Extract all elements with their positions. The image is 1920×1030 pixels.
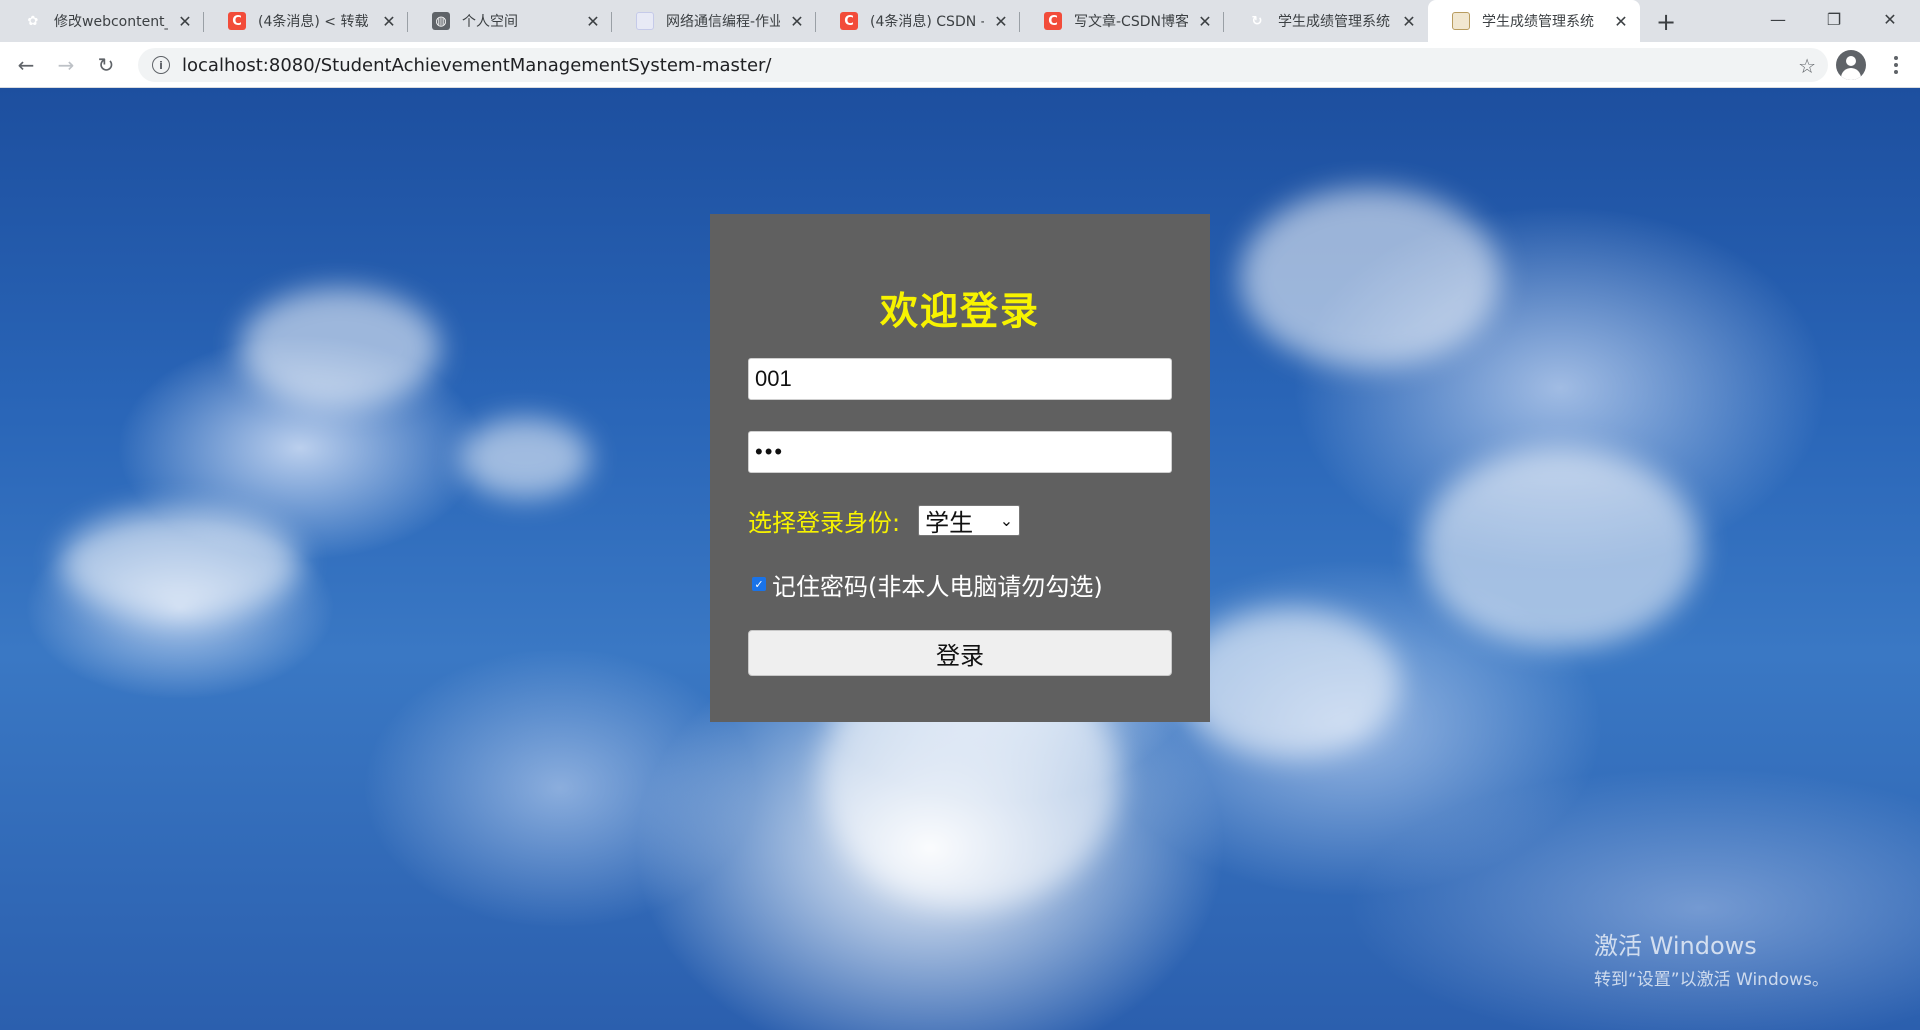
browser-toolbar: ← → ↻ i localhost:8080/StudentAchievemen… bbox=[0, 42, 1920, 88]
cloud-decor bbox=[1420, 448, 1700, 648]
cloud-decor bbox=[1240, 188, 1500, 368]
tab-title: 写文章-CSDN博客 bbox=[1074, 14, 1188, 30]
close-icon[interactable]: ✕ bbox=[992, 12, 1010, 31]
cloud-decor bbox=[60, 508, 300, 618]
login-card: 欢迎登录 选择登录身份: 学生 ⌄ ✓ 记住密码(非本人电脑请勿勾选) 登录 bbox=[710, 214, 1210, 722]
tab-title: 学生成绩管理系统 bbox=[1278, 14, 1390, 30]
watermark-line-1: 激活 Windows bbox=[1594, 932, 1757, 960]
chevron-down-icon: ⌄ bbox=[999, 510, 1014, 530]
login-title: 欢迎登录 bbox=[879, 289, 1040, 333]
close-icon[interactable]: ✕ bbox=[788, 12, 806, 31]
new-tab-button[interactable]: + bbox=[1652, 8, 1680, 36]
tab-6[interactable]: C 写文章-CSDN博客 ✕ bbox=[1020, 0, 1224, 42]
role-row: 选择登录身份: 学生 ⌄ bbox=[748, 504, 1021, 537]
remember-checkbox[interactable]: ✓ bbox=[752, 577, 766, 591]
globe-icon: ◍ bbox=[432, 12, 450, 30]
close-icon[interactable]: ✕ bbox=[1400, 12, 1418, 31]
login-button[interactable]: 登录 bbox=[748, 630, 1172, 676]
windows-activation-watermark: 激活 Windows 转到“设置”以激活 Windows。 bbox=[1594, 926, 1829, 990]
kebab-menu-icon[interactable] bbox=[1884, 50, 1908, 80]
cloud-decor bbox=[460, 418, 590, 498]
reload-button[interactable]: ↻ bbox=[90, 49, 122, 81]
cloud-decor bbox=[1180, 608, 1400, 758]
restore-button[interactable]: ❐ bbox=[1806, 0, 1862, 38]
tab-title: 网络通信编程-作业 bbox=[666, 14, 780, 30]
watermark-line-2: 转到“设置”以激活 Windows。 bbox=[1594, 970, 1829, 990]
forward-button[interactable]: → bbox=[50, 49, 82, 81]
paw-icon: ✿ bbox=[27, 13, 39, 29]
tab-title: 学生成绩管理系统 bbox=[1482, 14, 1594, 30]
remember-label: 记住密码(非本人电脑请勿勾选) bbox=[772, 572, 1103, 601]
tab-4[interactable]: 网络通信编程-作业 ✕ bbox=[612, 0, 816, 42]
username-input[interactable] bbox=[748, 358, 1172, 400]
window-close-button[interactable]: ✕ bbox=[1862, 0, 1918, 38]
image-icon bbox=[1452, 12, 1470, 30]
url-text[interactable]: localhost:8080/StudentAchievementManagem… bbox=[182, 55, 772, 76]
tab-3[interactable]: ◍ 个人空间 ✕ bbox=[408, 0, 612, 42]
tab-title: 修改webcontent_ bbox=[54, 14, 168, 30]
remember-row: ✓ 记住密码(非本人电脑请勿勾选) bbox=[752, 568, 1103, 601]
csdn-icon: C bbox=[840, 12, 858, 30]
tab-8-active[interactable]: 学生成绩管理系统 ✕ bbox=[1428, 0, 1640, 42]
tab-strip: ✿ 修改webcontent_ ✕ C (4条消息) < 转载 > ✕ ◍ 个人… bbox=[0, 0, 1920, 42]
bookmark-star-icon[interactable]: ☆ bbox=[1798, 54, 1816, 78]
close-icon[interactable]: ✕ bbox=[176, 12, 194, 31]
page-background: 欢迎登录 选择登录身份: 学生 ⌄ ✓ 记住密码(非本人电脑请勿勾选) 登录 激… bbox=[0, 88, 1920, 1030]
role-selected-value: 学生 bbox=[925, 508, 974, 537]
page-icon bbox=[636, 12, 654, 30]
csdn-icon: C bbox=[228, 12, 246, 30]
password-input[interactable] bbox=[748, 431, 1172, 473]
ring-icon: ↻ bbox=[1251, 13, 1263, 29]
avatar-head bbox=[1846, 56, 1856, 66]
profile-avatar-icon[interactable] bbox=[1836, 50, 1866, 80]
close-icon[interactable]: ✕ bbox=[584, 12, 602, 31]
avatar-body bbox=[1841, 68, 1861, 80]
tab-2[interactable]: C (4条消息) < 转载 > ✕ bbox=[204, 0, 408, 42]
tab-5[interactable]: C (4条消息) CSDN - ✕ bbox=[816, 0, 1020, 42]
close-icon[interactable]: ✕ bbox=[1196, 12, 1214, 31]
close-icon[interactable]: ✕ bbox=[1612, 12, 1630, 31]
csdn-icon: C bbox=[1044, 12, 1062, 30]
back-button[interactable]: ← bbox=[10, 49, 42, 81]
info-icon[interactable]: i bbox=[152, 56, 170, 74]
address-bar[interactable]: i localhost:8080/StudentAchievementManag… bbox=[138, 48, 1828, 82]
tab-1[interactable]: ✿ 修改webcontent_ ✕ bbox=[0, 0, 204, 42]
tab-title: (4条消息) < 转载 > bbox=[258, 14, 372, 30]
role-label: 选择登录身份: bbox=[748, 508, 901, 537]
minimize-button[interactable]: — bbox=[1750, 0, 1806, 38]
tab-title: 个人空间 bbox=[462, 14, 518, 30]
cloud-decor bbox=[240, 288, 440, 408]
close-icon[interactable]: ✕ bbox=[380, 12, 398, 31]
tab-7[interactable]: ↻ 学生成绩管理系统 ✕ bbox=[1224, 0, 1428, 42]
role-select[interactable]: 学生 ⌄ bbox=[918, 504, 1021, 537]
tab-title: (4条消息) CSDN - bbox=[870, 14, 984, 30]
